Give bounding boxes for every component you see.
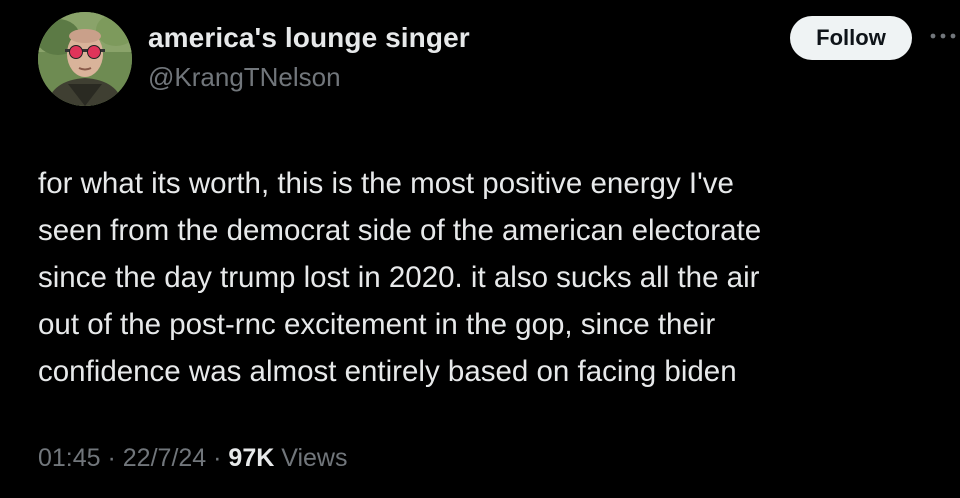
meta-separator: ·: [206, 444, 229, 472]
tweet-text-line: confidence was almost entirely based on …: [38, 355, 737, 388]
tweet-meta: 01:45 · 22/7/24 · 97K Views: [38, 444, 347, 473]
more-horizontal-icon[interactable]: [928, 28, 958, 44]
tweet-text: for what its worth, this is the most pos…: [38, 160, 938, 395]
views-label: Views: [274, 444, 348, 472]
tweet-time[interactable]: 01:45: [38, 444, 101, 472]
tweet-text-line: since the day trump lost in 2020. it als…: [38, 261, 760, 294]
tweet-date[interactable]: 22/7/24: [123, 444, 206, 472]
author-handle[interactable]: @KrangTNelson: [148, 62, 341, 93]
tweet-card: america's lounge singer @KrangTNelson Fo…: [0, 0, 960, 498]
author-display-name[interactable]: america's lounge singer: [148, 22, 470, 54]
tweet-text-line: for what its worth, this is the most pos…: [38, 167, 734, 200]
tweet-text-line: seen from the democrat side of the ameri…: [38, 214, 762, 247]
follow-button[interactable]: Follow: [790, 16, 912, 60]
meta-separator: ·: [100, 444, 123, 472]
tweet-text-line: out of the post-rnc excitement in the go…: [38, 308, 716, 341]
avatar-image: [38, 12, 132, 106]
views-count[interactable]: 97K: [228, 444, 274, 472]
avatar[interactable]: [38, 12, 132, 106]
